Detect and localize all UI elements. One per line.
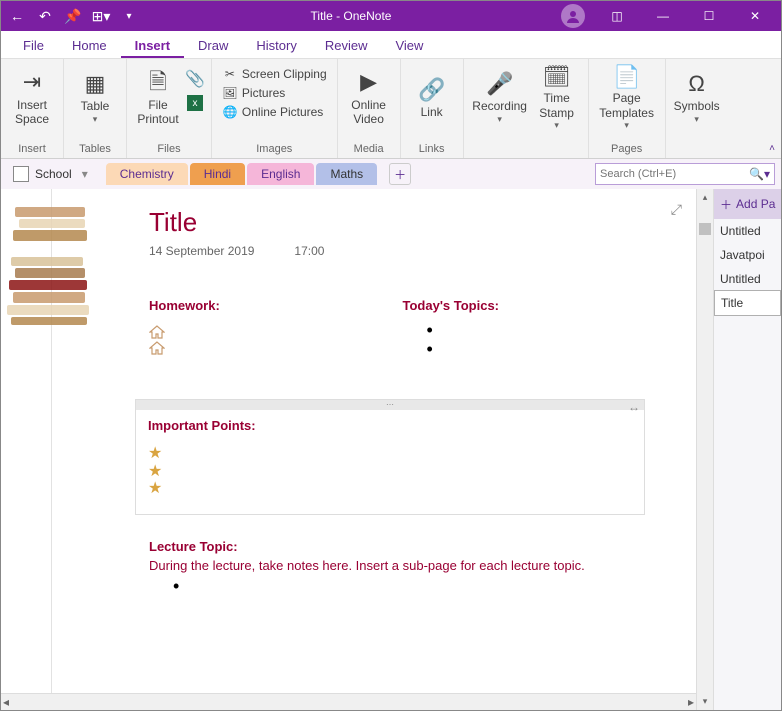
touch-mode-icon[interactable]: ⊞▾: [89, 4, 113, 28]
file-printout-icon: 🗎: [149, 68, 167, 98]
insert-space-button[interactable]: ⇥Insert Space: [7, 61, 57, 133]
tab-file[interactable]: File: [9, 32, 58, 58]
star-icon: ★: [148, 480, 632, 498]
bullet-point[interactable]: •: [427, 325, 657, 336]
vertical-scrollbar[interactable]: ▴▾: [696, 189, 713, 710]
house-icon: [149, 341, 165, 355]
tab-review[interactable]: Review: [311, 32, 382, 58]
back-icon[interactable]: ←: [5, 4, 29, 28]
important-points-container[interactable]: ⋯↔ Important Points: ★ ★ ★: [135, 399, 645, 515]
bullet-point[interactable]: •: [427, 344, 657, 355]
menu-bar: File Home Insert Draw History Review Vie…: [1, 31, 781, 59]
page-list-item[interactable]: Javatpoi: [714, 243, 781, 267]
page-time[interactable]: 17:00: [294, 244, 324, 258]
link-icon: 🔗: [418, 75, 445, 105]
pictures-button[interactable]: 🖼Pictures: [218, 84, 331, 102]
section-tab-hindi[interactable]: Hindi: [190, 163, 245, 185]
books-decoration: [5, 197, 105, 327]
page-templates-button[interactable]: 📄Page Templates: [595, 61, 659, 133]
section-tab-english[interactable]: English: [247, 163, 314, 185]
page-date[interactable]: 14 September 2019: [149, 244, 254, 258]
page-list-item[interactable]: Untitled: [714, 267, 781, 291]
notebook-selector[interactable]: School▾: [7, 164, 94, 184]
time-stamp-button[interactable]: 🗓Time Stamp: [532, 61, 582, 133]
insert-space-icon: ⇥: [23, 68, 41, 98]
online-video-icon: ▶: [360, 68, 377, 98]
online-pictures-icon: 🌐: [222, 105, 238, 119]
user-avatar-icon[interactable]: [561, 4, 585, 28]
spreadsheet-icon[interactable]: x: [187, 95, 203, 111]
screen-clipping-button[interactable]: ✂Screen Clipping: [218, 65, 331, 83]
search-box[interactable]: 🔍▾: [595, 163, 775, 185]
file-attachment-button[interactable]: 📎: [185, 69, 205, 89]
homework-heading[interactable]: Homework:: [149, 298, 403, 313]
pictures-icon: 🖼: [222, 86, 238, 100]
group-label-images: Images: [256, 141, 292, 158]
recording-button[interactable]: 🎤Recording: [470, 61, 530, 133]
screen-clipping-icon: ✂: [222, 67, 238, 81]
customize-qat-icon[interactable]: ▾: [117, 4, 141, 28]
group-label-links: Links: [419, 141, 445, 158]
page-list-item[interactable]: Title: [714, 290, 781, 316]
recording-icon: 🎤: [486, 69, 513, 99]
group-label-files: Files: [157, 141, 180, 158]
undo-icon[interactable]: ↶: [33, 4, 57, 28]
group-label-tables: Tables: [79, 141, 111, 158]
symbols-button[interactable]: ΩSymbols: [672, 61, 722, 133]
table-icon: ▦: [85, 69, 106, 99]
page-date-row: 14 September 2019 17:00: [149, 244, 656, 258]
file-printout-button[interactable]: 🗎File Printout: [133, 61, 183, 133]
maximize-button[interactable]: ☐: [687, 1, 731, 31]
page-templates-icon: 📄: [613, 63, 640, 91]
page-list-pane: ＋Add Pa UntitledJavatpoiUntitledTitle: [713, 189, 781, 710]
star-icon: ★: [148, 445, 632, 463]
page-list-item[interactable]: Untitled: [714, 219, 781, 243]
tab-history[interactable]: History: [242, 32, 310, 58]
collapse-ribbon-icon[interactable]: ˄: [769, 143, 775, 154]
section-tab-maths[interactable]: Maths: [316, 163, 377, 185]
add-page-button[interactable]: ＋Add Pa: [714, 189, 781, 219]
tab-view[interactable]: View: [381, 32, 437, 58]
lecture-text[interactable]: During the lecture, take notes here. Ins…: [149, 558, 656, 573]
search-icon[interactable]: 🔍▾: [749, 167, 770, 181]
star-icon: ★: [148, 463, 632, 481]
page-canvas[interactable]: ⤢ Title 14 September 2019 17:00 Homework…: [1, 189, 696, 693]
add-section-button[interactable]: ＋: [389, 163, 411, 185]
tab-insert[interactable]: Insert: [121, 32, 184, 58]
container-handle[interactable]: ⋯↔: [136, 400, 644, 410]
house-icon: [149, 325, 165, 339]
tab-draw[interactable]: Draw: [184, 32, 242, 58]
group-label-media: Media: [354, 141, 384, 158]
plus-icon: ＋: [720, 196, 732, 213]
link-button[interactable]: 🔗Link: [407, 61, 457, 133]
ribbon: ⇥Insert Space Insert ▦Table Tables 🗎File…: [1, 59, 781, 159]
online-pictures-button[interactable]: 🌐Online Pictures: [218, 103, 331, 121]
lecture-heading[interactable]: Lecture Topic:: [149, 539, 656, 554]
group-label-insert: Insert: [18, 141, 46, 158]
notebook-icon: [13, 166, 29, 182]
ribbon-display-icon[interactable]: ◫: [595, 1, 639, 31]
page-title[interactable]: Title: [149, 207, 656, 238]
group-label-pages: Pages: [611, 141, 642, 158]
tab-home[interactable]: Home: [58, 32, 121, 58]
pin-icon[interactable]: 📌: [61, 4, 85, 28]
online-video-button[interactable]: ▶Online Video: [344, 61, 394, 133]
window-title: Title - OneNote: [141, 9, 561, 23]
bullet-point[interactable]: •: [173, 581, 656, 592]
important-heading[interactable]: Important Points:: [148, 418, 632, 433]
symbols-icon: Ω: [688, 69, 704, 99]
fullscreen-icon[interactable]: ⤢: [671, 201, 682, 218]
topics-heading[interactable]: Today's Topics:: [403, 298, 657, 313]
minimize-button[interactable]: —: [641, 1, 685, 31]
section-tab-chemistry[interactable]: Chemistry: [106, 163, 188, 185]
close-button[interactable]: ✕: [733, 1, 777, 31]
time-stamp-icon: 🗓: [543, 63, 571, 91]
horizontal-scrollbar[interactable]: ◂▸: [1, 693, 696, 710]
table-button[interactable]: ▦Table: [70, 61, 120, 133]
section-nav: School▾ ChemistryHindiEnglishMaths ＋ 🔍▾: [1, 159, 781, 189]
search-input[interactable]: [600, 168, 749, 180]
title-bar: ← ↶ 📌 ⊞▾ ▾ Title - OneNote ◫ — ☐ ✕: [1, 1, 781, 31]
